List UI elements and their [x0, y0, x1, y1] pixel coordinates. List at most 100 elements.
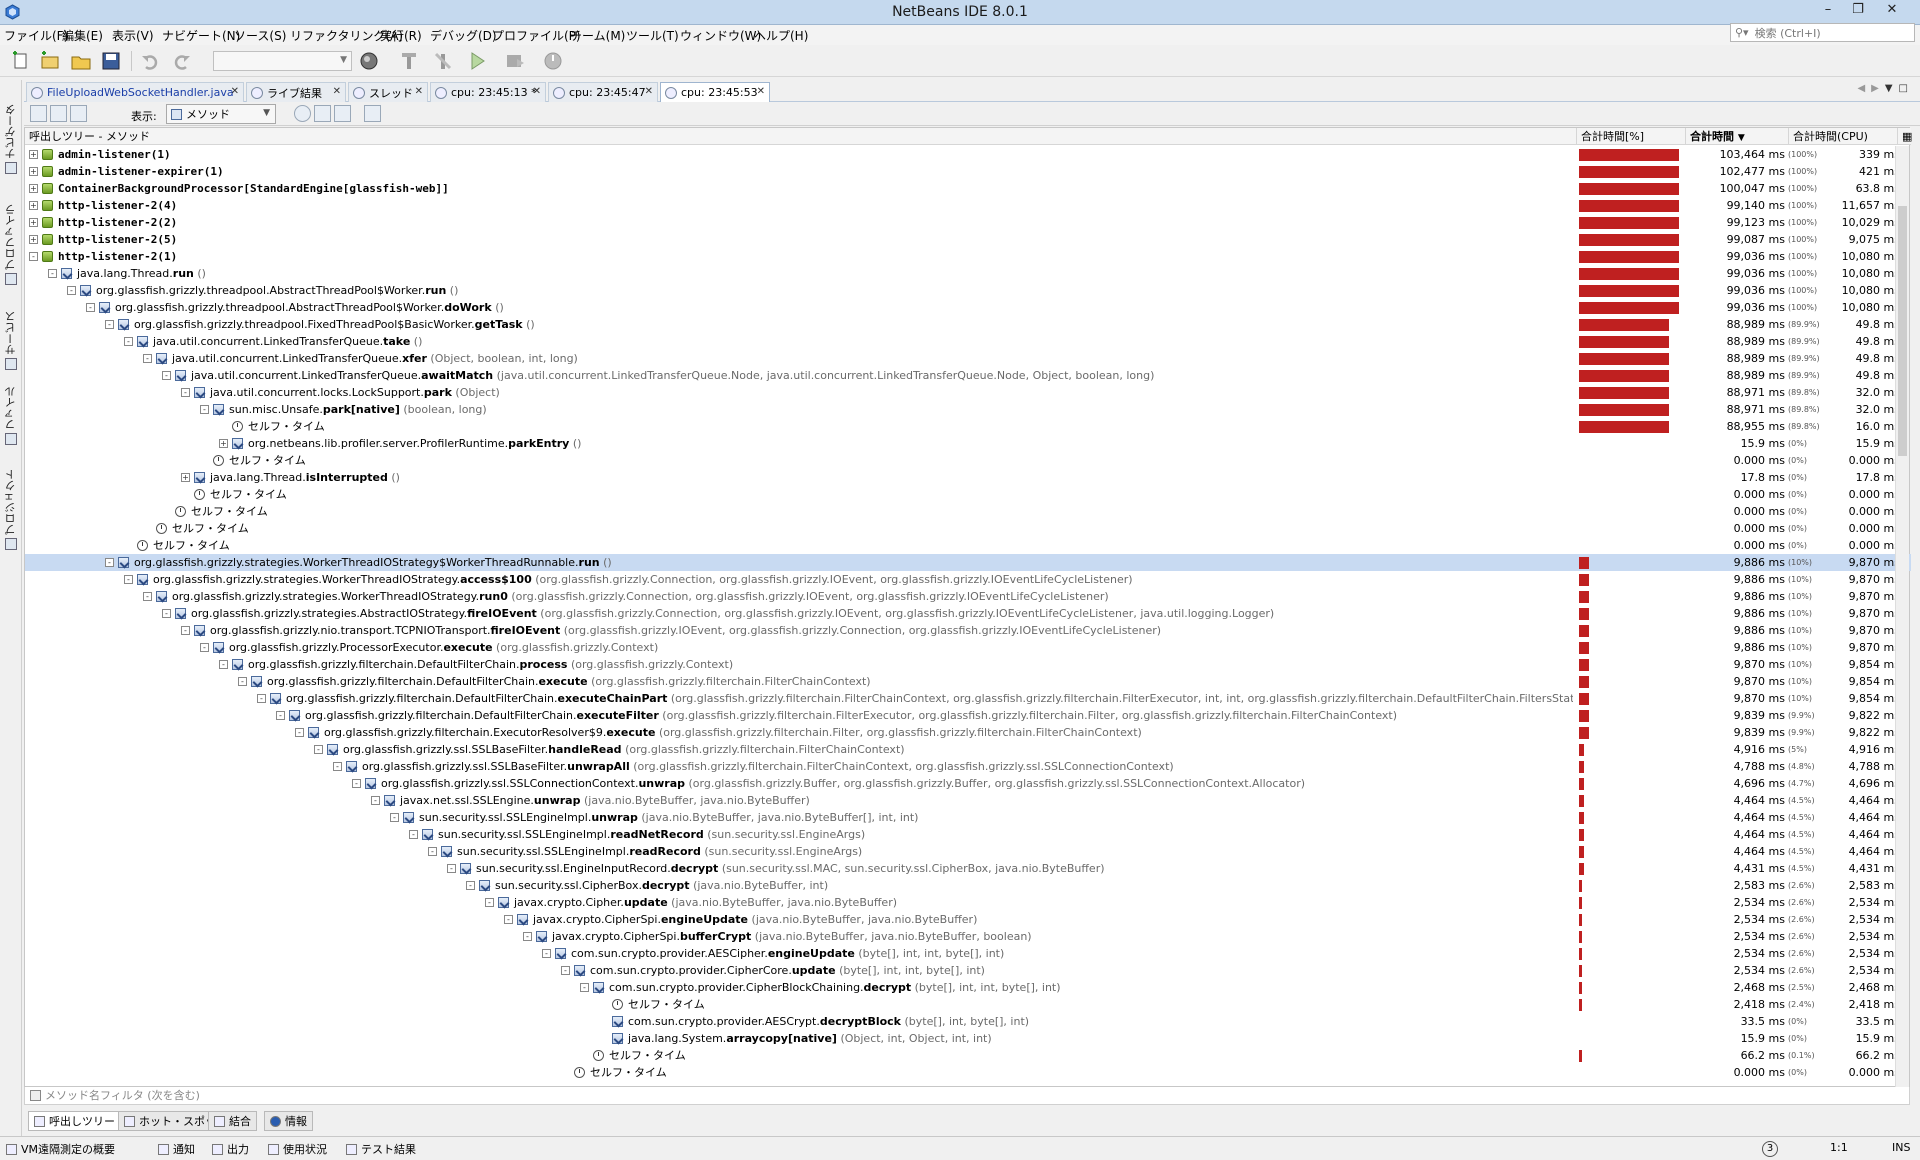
close-tab-icon[interactable]: ✕	[415, 86, 423, 97]
column-chooser-icon[interactable]: ▦	[1897, 128, 1912, 145]
find-previous-icon[interactable]	[314, 105, 331, 122]
scrollbar-thumb[interactable]	[1898, 206, 1907, 456]
scroll-right-icon[interactable]: ▶	[1871, 83, 1885, 94]
collapse-icon[interactable]: -	[219, 660, 228, 669]
collapse-icon[interactable]: -	[200, 405, 209, 414]
method-row[interactable]: - org.glassfish.grizzly.threadpool.FixedT…	[25, 316, 1911, 333]
method-row[interactable]: - sun.security.ssl.EngineInputRecord.decr…	[25, 860, 1911, 877]
tab-live-results[interactable]: ライブ結果 ✕	[246, 82, 346, 102]
method-row[interactable]: - java.util.concurrent.locks.LockSupport.…	[25, 384, 1911, 401]
method-row[interactable]: - org.glassfish.grizzly.filterchain.Defau…	[25, 690, 1911, 707]
collapse-icon[interactable]: -	[523, 932, 532, 941]
menu-run[interactable]: 実行(R)	[380, 27, 422, 44]
side-tab-projects[interactable]: プロジェクト	[2, 455, 20, 550]
show-opened-documents-icon[interactable]: ▼	[1885, 83, 1899, 94]
method-row[interactable]: - com.sun.crypto.provider.CipherCore.upda…	[25, 962, 1911, 979]
status-output[interactable]: 出力	[212, 1141, 249, 1157]
method-row[interactable]: - java.util.concurrent.LinkedTransferQueu…	[25, 333, 1911, 350]
method-row[interactable]: - org.glassfish.grizzly.filterchain.Execu…	[25, 724, 1911, 741]
maximize-window-icon[interactable]: □	[1899, 83, 1914, 94]
find-icon[interactable]	[294, 105, 311, 122]
self-time-row[interactable]: セルフ・タイム 0.000 ms (0%) 0.000 ms	[25, 537, 1911, 554]
collapse-icon[interactable]: -	[447, 864, 456, 873]
close-icon[interactable]: ✕	[1880, 2, 1904, 20]
collapse-icon[interactable]: -	[390, 813, 399, 822]
collapse-icon[interactable]: -	[181, 388, 190, 397]
tab-threads[interactable]: スレッド ✕	[348, 82, 428, 102]
collapse-icon[interactable]: -	[143, 592, 152, 601]
method-row[interactable]: - java.lang.Thread.run () 99,036 ms (100%) 1…	[25, 265, 1911, 282]
maximize-icon[interactable]: ❐	[1846, 2, 1870, 20]
collapse-icon[interactable]: -	[124, 575, 133, 584]
collapse-icon[interactable]: -	[143, 354, 152, 363]
menu-debug[interactable]: デバッグ(D)	[430, 27, 497, 44]
menu-file[interactable]: ファイル(F)	[4, 27, 68, 44]
tab-cpu-234553[interactable]: cpu: 23:45:53 ✕	[660, 82, 770, 102]
close-tab-icon[interactable]: ✕	[333, 86, 341, 97]
open-project-icon[interactable]	[70, 50, 92, 72]
thread-row[interactable]: + http-listener-2(5) 99,087 ms (100%) 9,075 …	[25, 231, 1911, 248]
view-select[interactable]: メソッド ▼	[166, 104, 276, 124]
collapse-icon[interactable]: -	[466, 881, 475, 890]
collapse-icon[interactable]: -	[504, 915, 513, 924]
expand-icon[interactable]: +	[29, 167, 38, 176]
vertical-scrollbar[interactable]	[1895, 146, 1909, 1088]
collapse-icon[interactable]: -	[371, 796, 380, 805]
method-row[interactable]: - org.glassfish.grizzly.filterchain.Defau…	[25, 673, 1911, 690]
collapse-icon[interactable]: -	[333, 762, 342, 771]
close-tab-icon[interactable]: ✕	[757, 86, 765, 97]
menu-help[interactable]: ヘルプ(H)	[754, 27, 808, 44]
self-time-row[interactable]: セルフ・タイム 66.2 ms (0.1%) 66.2 ms	[25, 1047, 1911, 1064]
menu-profile[interactable]: プロファイル(P)	[492, 27, 581, 44]
self-time-row[interactable]: セルフ・タイム 2,418 ms (2.4%) 2,418 ms	[25, 996, 1911, 1013]
collapse-icon[interactable]: -	[105, 320, 114, 329]
build-icon[interactable]	[398, 50, 420, 72]
method-row[interactable]: - javax.net.ssl.SSLEngine.unwrap (java.ni…	[25, 792, 1911, 809]
save-all-icon[interactable]	[100, 50, 122, 72]
status-notifications[interactable]: 通知	[158, 1141, 195, 1157]
tab-file-upload-handler[interactable]: FileUploadWebSocketHandler.java ✕	[26, 82, 244, 102]
method-row[interactable]: - sun.security.ssl.SSLEngineImpl.readReco…	[25, 843, 1911, 860]
collapse-icon[interactable]: -	[257, 694, 266, 703]
collapse-icon[interactable]: -	[352, 779, 361, 788]
run-icon[interactable]	[466, 50, 488, 72]
method-row[interactable]: - org.glassfish.grizzly.nio.transport.TCP…	[25, 622, 1911, 639]
collapse-icon[interactable]: -	[48, 269, 57, 278]
method-row[interactable]: - org.glassfish.grizzly.ssl.SSLConnection…	[25, 775, 1911, 792]
self-time-row[interactable]: セルフ・タイム 0.000 ms (0%) 0.000 ms	[25, 486, 1911, 503]
collapse-icon[interactable]: -	[105, 558, 114, 567]
collapse-icon[interactable]: -	[542, 949, 551, 958]
collapse-icon[interactable]: -	[162, 371, 171, 380]
method-row[interactable]: - com.sun.crypto.provider.CipherBlockChai…	[25, 979, 1911, 996]
method-row[interactable]: - org.glassfish.grizzly.ssl.SSLBaseFilter…	[25, 741, 1911, 758]
method-row[interactable]: - java.util.concurrent.LinkedTransferQueu…	[25, 367, 1911, 384]
method-row[interactable]: - javax.crypto.CipherSpi.bufferCrypt (jav…	[25, 928, 1911, 945]
menu-tools[interactable]: ツール(T)	[626, 27, 679, 44]
expand-icon[interactable]: +	[29, 235, 38, 244]
undo-icon[interactable]	[140, 50, 162, 72]
menu-team[interactable]: チーム(M)	[570, 27, 625, 44]
collapse-icon[interactable]: -	[238, 677, 247, 686]
method-row[interactable]: - org.glassfish.grizzly.ProcessorExecutor…	[25, 639, 1911, 656]
profile-icon[interactable]	[542, 50, 564, 72]
menu-source[interactable]: ソース(S)	[234, 27, 286, 44]
method-row[interactable]: - java.util.concurrent.LinkedTransferQueu…	[25, 350, 1911, 367]
tab-combined[interactable]: 結合	[208, 1111, 257, 1131]
method-row[interactable]: + java.lang.Thread.isInterrupted () 17.8 m…	[25, 469, 1911, 486]
method-row[interactable]: - org.glassfish.grizzly.ssl.SSLBaseFilter…	[25, 758, 1911, 775]
tab-call-tree[interactable]: 呼出しツリー	[28, 1111, 121, 1131]
side-tab-navigator[interactable]: ナビゲータ	[2, 94, 20, 174]
thread-row[interactable]: + admin-listener-expirer(1) 102,477 ms (100…	[25, 163, 1911, 180]
clean-build-icon[interactable]	[432, 50, 454, 72]
scroll-left-icon[interactable]: ◀	[1857, 83, 1871, 94]
new-file-icon[interactable]	[10, 50, 32, 72]
collapse-icon[interactable]: -	[181, 626, 190, 635]
method-row[interactable]: - org.glassfish.grizzly.threadpool.Abstra…	[25, 299, 1911, 316]
tab-info[interactable]: 情報	[264, 1111, 313, 1131]
method-row[interactable]: - org.glassfish.grizzly.strategies.Worker…	[25, 554, 1911, 571]
collapse-icon[interactable]: -	[561, 966, 570, 975]
collapse-icon[interactable]: -	[485, 898, 494, 907]
menu-navigate[interactable]: ナビゲート(N)	[162, 27, 240, 44]
column-call-tree[interactable]: 呼出しツリー - メソッド	[25, 128, 1576, 145]
expand-icon[interactable]: +	[29, 218, 38, 227]
